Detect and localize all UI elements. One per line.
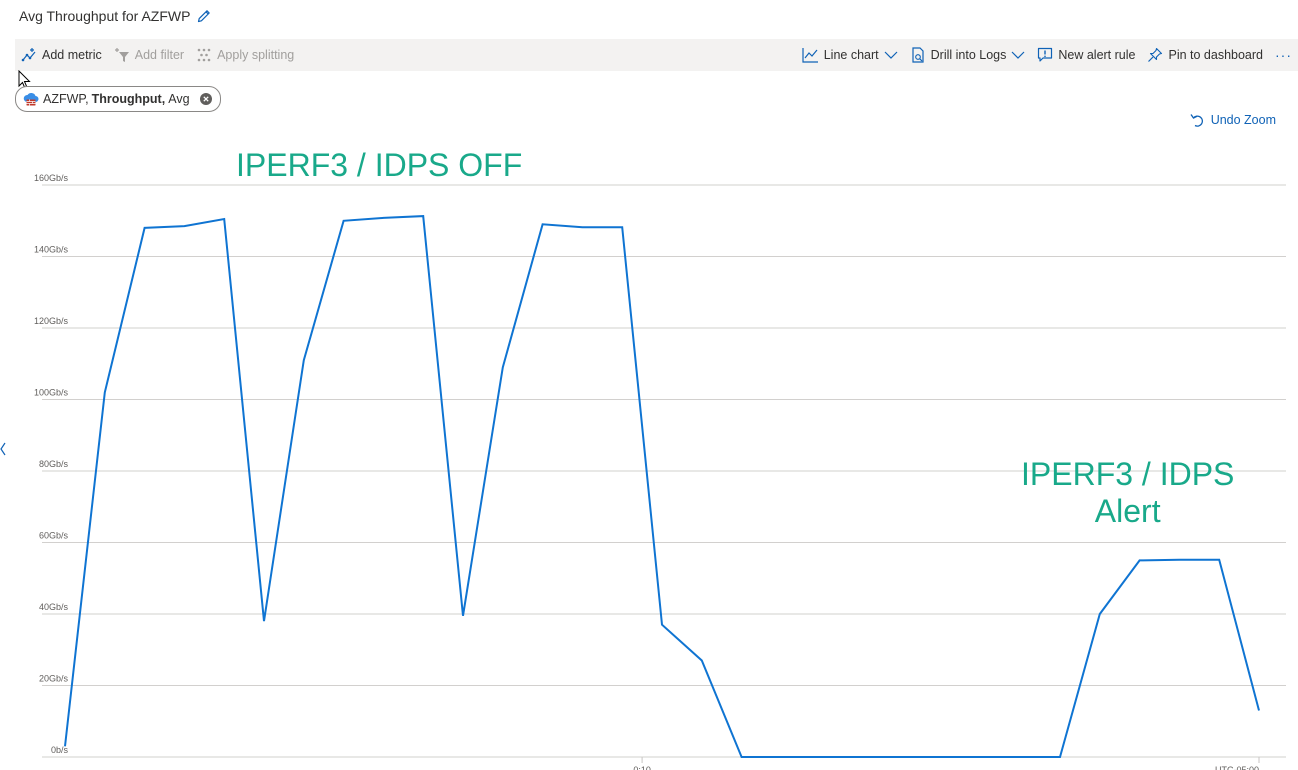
add-metric-label: Add metric [42, 48, 102, 62]
toolbar-left: Add metric Add filter Apply splitting [21, 47, 294, 63]
undo-zoom-label: Undo Zoom [1210, 113, 1276, 127]
apply-splitting-label: Apply splitting [217, 48, 295, 62]
line-chart-icon [802, 47, 819, 63]
undo-zoom-button[interactable]: Undo Zoom [1189, 112, 1276, 128]
title-row: Avg Throughput for AZFWP [19, 6, 212, 26]
y-tick-label: 140Gb/s [34, 245, 69, 255]
x-tick-label: UTC-05:00 [1215, 765, 1259, 770]
add-metric-button[interactable]: Add metric [21, 47, 102, 63]
line-chart: 0b/s 20Gb/s 40Gb/s 60Gb/s 80Gb/s 100Gb/s 120Gb… [34, 173, 1286, 770]
add-filter-button[interactable]: Add filter [114, 47, 184, 63]
firewall-resource-icon [23, 91, 39, 107]
pill-metric: Throughput, [91, 92, 166, 106]
splitting-icon [196, 47, 212, 63]
annotation-idps-alert-line1: IPERF3 / IDPS [1021, 456, 1235, 492]
pin-to-dashboard-button[interactable]: Pin to dashboard [1147, 47, 1263, 63]
more-options-label: ··· [1275, 47, 1292, 63]
annotation-idps-alert-line2: Alert [1094, 493, 1161, 529]
pin-to-dashboard-label: Pin to dashboard [1168, 48, 1263, 62]
annotation-idps-alert: IPERF3 / IDPS Alert [1021, 456, 1234, 530]
logs-icon [910, 47, 926, 63]
pill-resource: AZFWP, [43, 92, 89, 106]
pin-icon [1147, 47, 1163, 63]
y-tick-label: 100Gb/s [34, 388, 69, 398]
y-tick-label: 20Gb/s [39, 674, 69, 684]
more-options-button[interactable]: ··· [1275, 47, 1292, 63]
chart-toolbar: Add metric Add filter Apply splitting Li… [15, 39, 1298, 71]
drill-into-logs-dropdown[interactable]: Drill into Logs [910, 47, 1026, 63]
x-tick-label: 0:10 [633, 765, 651, 770]
line-chart-label: Line chart [823, 48, 879, 62]
chevron-down-icon [1011, 51, 1025, 60]
new-alert-rule-button[interactable]: New alert rule [1037, 47, 1135, 63]
line-chart-dropdown[interactable]: Line chart [802, 47, 898, 63]
y-tick-label: 40Gb/s [39, 602, 69, 612]
chevron-down-icon [884, 51, 898, 60]
y-tick-label: 60Gb/s [39, 531, 69, 541]
annotation-idps-off: IPERF3 / IDPS OFF [236, 147, 522, 184]
add-metric-icon [21, 47, 37, 63]
drill-into-logs-label: Drill into Logs [930, 48, 1007, 62]
toolbar-right: Line chart Drill into Logs New alert rul… [802, 39, 1298, 71]
metric-pill[interactable]: AZFWP, Throughput, Avg [15, 86, 221, 112]
annotation-idps-off-text: IPERF3 / IDPS OFF [236, 147, 523, 183]
add-filter-label: Add filter [134, 48, 185, 62]
alert-icon [1037, 47, 1053, 63]
pill-aggregation: Avg [168, 92, 190, 106]
new-alert-rule-label: New alert rule [1058, 48, 1136, 62]
undo-icon [1189, 112, 1205, 128]
y-tick-label: 120Gb/s [34, 316, 69, 326]
filter-icon [114, 47, 130, 63]
close-icon[interactable] [199, 93, 212, 105]
page-title: Avg Throughput for AZFWP [19, 8, 191, 24]
y-tick-label: 0b/s [51, 745, 69, 755]
apply-splitting-button[interactable]: Apply splitting [196, 47, 294, 63]
y-tick-label: 160Gb/s [34, 173, 69, 183]
y-tick-label: 80Gb/s [39, 459, 69, 469]
edit-pencil-icon[interactable] [196, 8, 212, 24]
